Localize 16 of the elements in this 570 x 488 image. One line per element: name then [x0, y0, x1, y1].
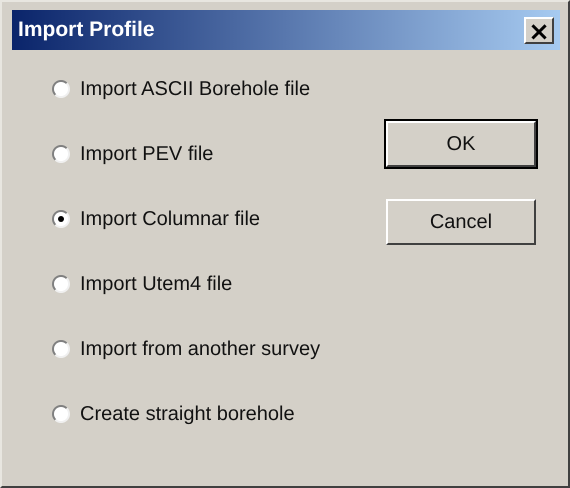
option-label[interactable]: Import from another survey: [80, 338, 320, 360]
close-button[interactable]: ×: [524, 16, 554, 44]
window-title: Import Profile: [18, 18, 155, 42]
radio-button[interactable]: [52, 405, 70, 423]
dialog-button[interactable]: Cancel: [386, 199, 536, 245]
option-label[interactable]: Import Utem4 file: [80, 272, 232, 296]
radio-button[interactable]: [52, 145, 70, 163]
radio-button[interactable]: [52, 210, 70, 228]
option-label[interactable]: Create straight borehole: [80, 402, 295, 426]
option-label[interactable]: Import PEV file: [80, 142, 214, 166]
dialog-button[interactable]: OK: [386, 121, 536, 167]
option-label[interactable]: Import Columnar file: [80, 208, 260, 230]
option-label[interactable]: Import ASCII Borehole file: [80, 78, 310, 100]
radio-button[interactable]: [52, 275, 70, 293]
radio-button[interactable]: [52, 340, 70, 358]
radio-button[interactable]: [52, 80, 70, 98]
